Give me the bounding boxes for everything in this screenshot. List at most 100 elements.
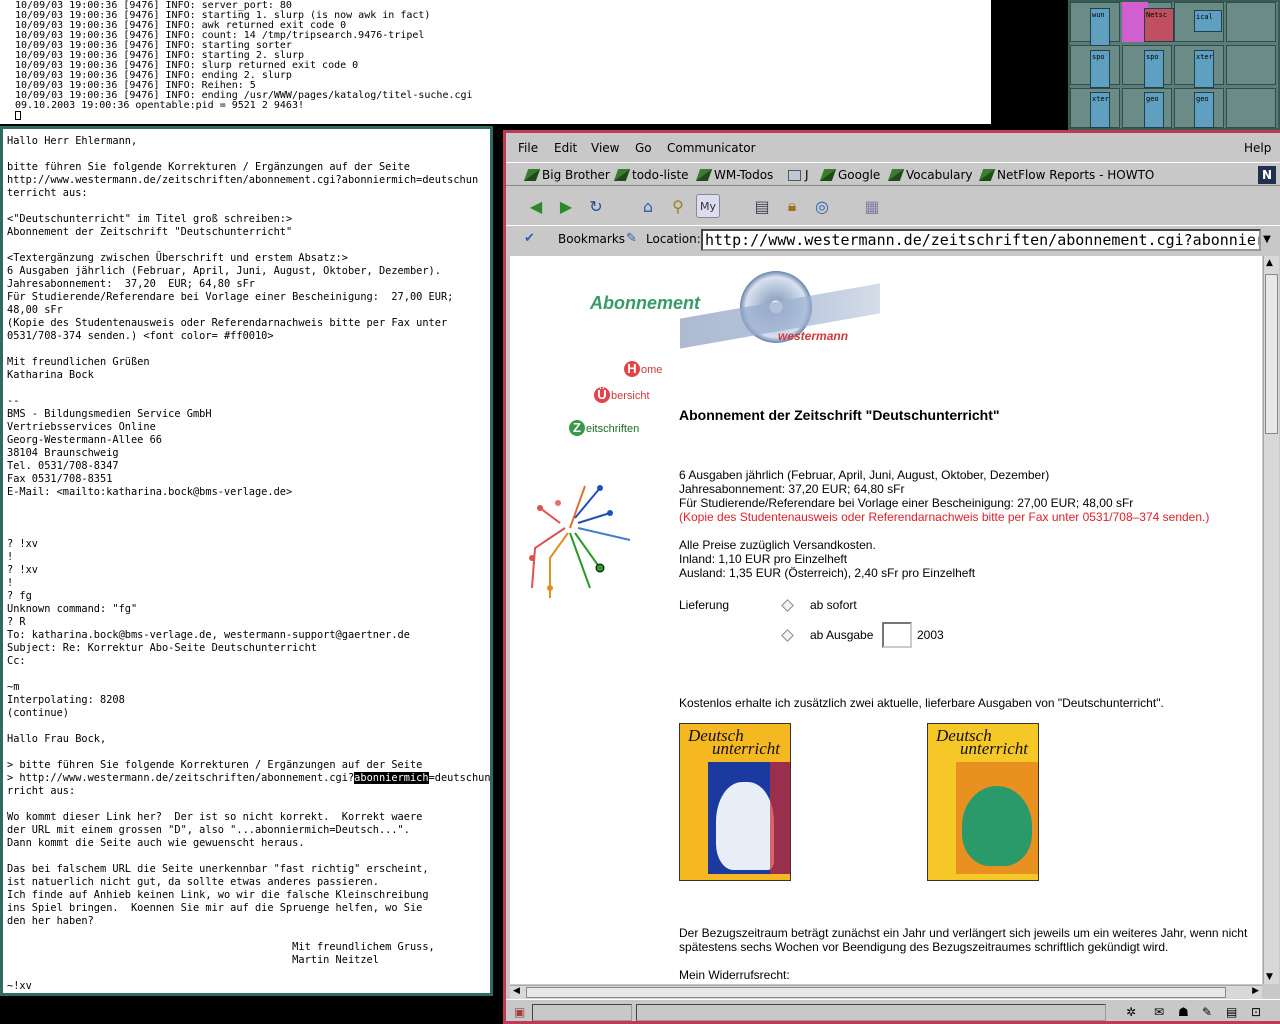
- selected-text[interactable]: abonniermich: [354, 772, 429, 784]
- radio-ab-ausgabe[interactable]: [781, 629, 794, 642]
- mail-line: [7, 382, 490, 395]
- magazine-cover-1[interactable]: Deutsch unterricht: [679, 723, 791, 881]
- mail-line: <Textergänzung zwischen Überschrift und …: [7, 252, 348, 264]
- forward-icon[interactable]: ▶: [554, 194, 578, 218]
- log-output: 10/09/03 19:00:36 [9476] INFO: server_po…: [15, 1, 473, 122]
- mail-line: Martin Neitzel: [7, 954, 379, 966]
- pager-window[interactable]: wun: [1090, 8, 1110, 46]
- bookmark-wm-todos[interactable]: WM-Todos: [695, 168, 773, 182]
- mail-component-icon[interactable]: ✉: [1154, 1005, 1164, 1019]
- location-input[interactable]: http://www.westermann.de/zeitschriften/a…: [701, 229, 1261, 251]
- mail-line: [7, 512, 490, 525]
- pager-desk[interactable]: [1226, 88, 1276, 128]
- mail-terminal-window[interactable]: Hallo Herr Ehlermann, bitte führen Sie fo…: [0, 126, 493, 996]
- menu-view[interactable]: View: [591, 141, 619, 155]
- netscape-logo-icon: N: [1258, 166, 1276, 184]
- mail-line: Das bei falschem URL die Seite unerkennb…: [7, 863, 429, 875]
- pager-window[interactable]: spo: [1144, 50, 1164, 88]
- scroll-right-icon[interactable]: ▶: [1252, 986, 1259, 996]
- bookmark-folder-j[interactable]: J: [788, 168, 809, 182]
- mail-line: Hallo Frau Bock,: [7, 733, 107, 745]
- pager-window[interactable]: geo: [1144, 92, 1164, 128]
- scroll-up-icon[interactable]: ▲: [1266, 258, 1273, 268]
- pager-window[interactable]: spo: [1090, 50, 1110, 88]
- horizontal-scrollbar[interactable]: ◀ ▶: [510, 985, 1262, 999]
- bookmark-vocabulary[interactable]: Vocabulary: [887, 168, 973, 182]
- quoted-url-end: =deutschunte: [428, 772, 490, 784]
- pager-window[interactable]: xter: [1090, 92, 1110, 128]
- head-illustration: [716, 782, 774, 870]
- mail-line: <"Deutschunterricht" im Titel groß schre…: [7, 213, 293, 225]
- mail-line: http://www.westermann.de/zeitschriften/a…: [7, 174, 479, 186]
- menu-communicator[interactable]: Communicator: [667, 141, 756, 155]
- issue-number-input[interactable]: [882, 622, 912, 648]
- print-icon[interactable]: ▤: [750, 194, 774, 218]
- security-status-icon[interactable]: ▣: [514, 1005, 525, 1019]
- nav-zeitschriften-link[interactable]: Zeitschriften: [569, 420, 639, 436]
- nav-home-link[interactable]: Home: [624, 361, 662, 377]
- news-component-icon[interactable]: ☗: [1178, 1005, 1189, 1019]
- mail-quoted-url-line: > http://www.westermann.de/zeitschriften…: [7, 772, 490, 785]
- pager-desk[interactable]: [1226, 45, 1276, 85]
- menu-help[interactable]: Help: [1244, 141, 1271, 155]
- bookmarks-button[interactable]: Bookmarks: [558, 232, 625, 246]
- bookmark-icon: [978, 169, 996, 181]
- mail-line: Mit freundlichem Gruss,: [7, 941, 435, 953]
- scroll-down-icon[interactable]: ▼: [1266, 972, 1273, 982]
- menu-go[interactable]: Go: [635, 141, 652, 155]
- stop-icon[interactable]: ▦: [860, 194, 884, 218]
- browser-window[interactable]: File Edit View Go Communicator Help Big …: [503, 130, 1280, 1024]
- chevron-down-icon[interactable]: ▼: [1259, 231, 1275, 249]
- security-lock-icon[interactable]: 🔒︎: [780, 194, 804, 218]
- log-terminal[interactable]: 10/09/03 19:00:36 [9476] INFO: server_po…: [0, 0, 991, 124]
- pager-window[interactable]: geo: [1194, 92, 1214, 128]
- dock-icon[interactable]: ⊡: [1251, 1005, 1261, 1019]
- desktop-pager[interactable]: wun Netsc ical spo spo xter xter geo geo: [1068, 0, 1280, 130]
- option-ab-ausgabe: ab Ausgabe: [810, 628, 874, 642]
- horizontal-scroll-thumb[interactable]: [526, 987, 1226, 998]
- mail-line: ins Spiel bringen. Koennen Sie mir auf d…: [7, 902, 423, 914]
- composer-component-icon[interactable]: ✎: [1202, 1005, 1212, 1019]
- para-inland: Inland: 1,10 EUR pro Einzelheft: [679, 552, 848, 566]
- pager-window[interactable]: ical: [1194, 10, 1222, 32]
- heart-illustration: [962, 786, 1032, 866]
- mail-line: Dann kommt die Seite auch wie gewuenscht…: [7, 837, 305, 849]
- nav-uebersicht-link[interactable]: Übersicht: [594, 387, 650, 403]
- shop-icon[interactable]: ◎: [810, 194, 834, 218]
- search-icon[interactable]: ⚲: [666, 194, 690, 218]
- address-book-icon[interactable]: ▤: [1226, 1005, 1237, 1019]
- mail-line: 38104 Braunschweig: [7, 447, 119, 459]
- mail-line: 0531/708-374 senden.) <font color= #ff00…: [7, 330, 274, 342]
- vertical-scrollbar[interactable]: ▲ ▼: [1263, 256, 1279, 984]
- menu-file[interactable]: File: [518, 141, 538, 155]
- bookmarks-icon[interactable]: ✔: [524, 231, 535, 246]
- bookmark-google[interactable]: Google: [819, 168, 880, 182]
- scroll-left-icon[interactable]: ◀: [513, 986, 520, 996]
- page-content[interactable]: Abonnement westermann Home Übersicht Zei…: [510, 256, 1262, 984]
- reload-icon[interactable]: ↻: [584, 194, 608, 218]
- pager-window[interactable]: Netsc: [1144, 8, 1174, 42]
- home-icon[interactable]: ⌂: [636, 194, 660, 218]
- bookmark-todo-liste[interactable]: todo-liste: [613, 168, 689, 182]
- page-proxy-icon[interactable]: ✎: [626, 231, 637, 246]
- mail-line: 48,00 sFr: [7, 304, 63, 316]
- mail-line: 6 Ausgaben jährlich (Februar, April, Jun…: [7, 265, 441, 277]
- my-netscape-icon[interactable]: My: [696, 194, 720, 218]
- radio-ab-sofort[interactable]: [781, 599, 794, 612]
- pager-window[interactable]: xter: [1194, 50, 1214, 88]
- bookmark-big-brother[interactable]: Big Brother: [523, 168, 610, 182]
- para-prices: Alle Preise zuzüglich Versandkosten.: [679, 538, 876, 552]
- bookmark-netflow-reports[interactable]: NetFlow Reports - HOWTO: [978, 168, 1154, 182]
- pager-desk[interactable]: [1226, 2, 1276, 42]
- option-ab-sofort: ab sofort: [810, 598, 857, 612]
- mail-line: [7, 499, 490, 512]
- mail-line: terricht aus:: [7, 187, 88, 199]
- menu-edit[interactable]: Edit: [554, 141, 577, 155]
- magazine-cover-2[interactable]: Deutsch unterricht: [927, 723, 1039, 881]
- vertical-scroll-thumb[interactable]: [1265, 274, 1278, 434]
- mail-line: rricht aus:: [7, 785, 76, 797]
- mail-terminal[interactable]: Hallo Herr Ehlermann, bitte führen Sie fo…: [3, 129, 490, 993]
- navigator-component-icon[interactable]: ✲: [1126, 1005, 1136, 1019]
- back-icon[interactable]: ◀: [524, 194, 548, 218]
- mail-line: --: [7, 395, 20, 407]
